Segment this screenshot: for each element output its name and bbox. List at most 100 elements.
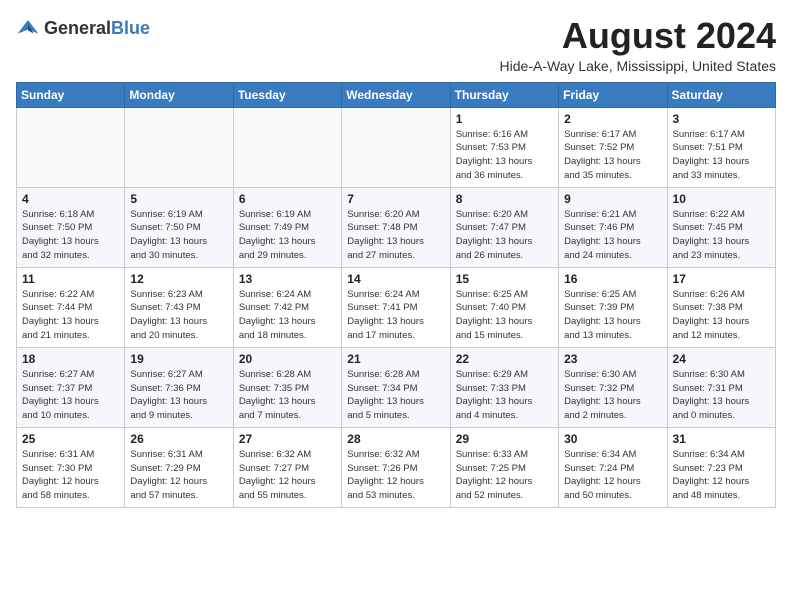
day-info: Sunrise: 6:26 AMSunset: 7:38 PMDaylight:… [673,288,770,343]
day-number: 15 [456,272,553,286]
day-number: 17 [673,272,770,286]
day-info: Sunrise: 6:30 AMSunset: 7:32 PMDaylight:… [564,368,661,423]
calendar-cell[interactable]: 19 Sunrise: 6:27 AMSunset: 7:36 PMDayligh… [125,347,233,427]
day-number: 29 [456,432,553,446]
calendar-cell[interactable]: 11Sunrise: 6:22 AMSunset: 7:44 PMDayligh… [17,267,125,347]
day-info: Sunrise: 6:20 AMSunset: 7:47 PMDaylight:… [456,208,553,263]
calendar-cell[interactable]: 27 Sunrise: 6:32 AMSunset: 7:27 PMDayligh… [233,427,341,507]
calendar-table: SundayMondayTuesdayWednesdayThursdayFrid… [16,82,776,508]
calendar-cell[interactable]: 24Sunrise: 6:30 AMSunset: 7:31 PMDayligh… [667,347,775,427]
calendar-cell[interactable]: 15Sunrise: 6:25 AMSunset: 7:40 PMDayligh… [450,267,558,347]
calendar-cell[interactable]: 25Sunrise: 6:31 AMSunset: 7:30 PMDayligh… [17,427,125,507]
day-info: Sunrise: 6:18 AMSunset: 7:50 PMDaylight:… [22,208,119,263]
calendar-cell[interactable]: 22 Sunrise: 6:29 AMSunset: 7:33 PMDayligh… [450,347,558,427]
day-number: 22 [456,352,553,366]
calendar-cell[interactable]: 17 Sunrise: 6:26 AMSunset: 7:38 PMDayligh… [667,267,775,347]
day-info: Sunrise: 6:21 AMSunset: 7:46 PMDaylight:… [564,208,661,263]
day-info: Sunrise: 6:28 AMSunset: 7:35 PMDaylight:… [239,368,336,423]
weekday-header-sunday: Sunday [17,82,125,107]
day-number: 6 [239,192,336,206]
day-info: Sunrise: 6:24 AMSunset: 7:42 PMDaylight:… [239,288,336,343]
day-info: Sunrise: 6:24 AMSunset: 7:41 PMDaylight:… [347,288,444,343]
calendar-cell[interactable]: 29 Sunrise: 6:33 AMSunset: 7:25 PMDayligh… [450,427,558,507]
month-year-title: August 2024 [500,16,776,56]
day-info: Sunrise: 6:32 AMSunset: 7:27 PMDaylight:… [239,448,336,503]
calendar-cell [17,107,125,187]
day-info: Sunrise: 6:34 AMSunset: 7:23 PMDaylight:… [673,448,770,503]
day-number: 19 [130,352,227,366]
calendar-cell[interactable]: 4 Sunrise: 6:18 AMSunset: 7:50 PMDaylight… [17,187,125,267]
calendar-cell [342,107,450,187]
calendar-week-3: 11Sunrise: 6:22 AMSunset: 7:44 PMDayligh… [17,267,776,347]
day-info: Sunrise: 6:27 AMSunset: 7:36 PMDaylight:… [130,368,227,423]
calendar-cell[interactable]: 1 Sunrise: 6:16 AMSunset: 7:53 PMDaylight… [450,107,558,187]
day-info: Sunrise: 6:22 AMSunset: 7:45 PMDaylight:… [673,208,770,263]
calendar-cell[interactable]: 12 Sunrise: 6:23 AMSunset: 7:43 PMDayligh… [125,267,233,347]
day-info: Sunrise: 6:20 AMSunset: 7:48 PMDaylight:… [347,208,444,263]
day-info: Sunrise: 6:27 AMSunset: 7:37 PMDaylight:… [22,368,119,423]
day-number: 14 [347,272,444,286]
day-info: Sunrise: 6:33 AMSunset: 7:25 PMDaylight:… [456,448,553,503]
calendar-week-1: 1 Sunrise: 6:16 AMSunset: 7:53 PMDaylight… [17,107,776,187]
calendar-cell[interactable]: 31 Sunrise: 6:34 AMSunset: 7:23 PMDayligh… [667,427,775,507]
calendar-cell[interactable]: 30Sunrise: 6:34 AMSunset: 7:24 PMDayligh… [559,427,667,507]
day-info: Sunrise: 6:23 AMSunset: 7:43 PMDaylight:… [130,288,227,343]
page-header: GeneralBlue August 2024 Hide-A-Way Lake,… [16,16,776,74]
calendar-cell[interactable]: 14 Sunrise: 6:24 AMSunset: 7:41 PMDayligh… [342,267,450,347]
day-number: 25 [22,432,119,446]
calendar-cell[interactable]: 3Sunrise: 6:17 AMSunset: 7:51 PMDaylight… [667,107,775,187]
day-number: 31 [673,432,770,446]
logo-bird-icon [16,16,40,40]
logo-general: General [44,19,111,37]
day-number: 1 [456,112,553,126]
calendar-cell[interactable]: 2Sunrise: 6:17 AMSunset: 7:52 PMDaylight… [559,107,667,187]
day-number: 16 [564,272,661,286]
day-number: 4 [22,192,119,206]
weekday-header-row: SundayMondayTuesdayWednesdayThursdayFrid… [17,82,776,107]
calendar-cell[interactable]: 28Sunrise: 6:32 AMSunset: 7:26 PMDayligh… [342,427,450,507]
calendar-cell[interactable]: 13 Sunrise: 6:24 AMSunset: 7:42 PMDayligh… [233,267,341,347]
calendar-cell[interactable]: 10 Sunrise: 6:22 AMSunset: 7:45 PMDayligh… [667,187,775,267]
calendar-cell[interactable]: 7 Sunrise: 6:20 AMSunset: 7:48 PMDaylight… [342,187,450,267]
calendar-cell[interactable]: 9 Sunrise: 6:21 AMSunset: 7:46 PMDaylight… [559,187,667,267]
title-area: August 2024 Hide-A-Way Lake, Mississippi… [500,16,776,74]
day-info: Sunrise: 6:16 AMSunset: 7:53 PMDaylight:… [456,128,553,183]
weekday-header-thursday: Thursday [450,82,558,107]
day-info: Sunrise: 6:31 AMSunset: 7:29 PMDaylight:… [130,448,227,503]
day-number: 21 [347,352,444,366]
calendar-week-2: 4 Sunrise: 6:18 AMSunset: 7:50 PMDaylight… [17,187,776,267]
calendar-cell[interactable]: 26 Sunrise: 6:31 AMSunset: 7:29 PMDayligh… [125,427,233,507]
day-number: 5 [130,192,227,206]
day-number: 27 [239,432,336,446]
day-info: Sunrise: 6:30 AMSunset: 7:31 PMDaylight:… [673,368,770,423]
day-number: 7 [347,192,444,206]
calendar-cell[interactable]: 8 Sunrise: 6:20 AMSunset: 7:47 PMDaylight… [450,187,558,267]
day-info: Sunrise: 6:19 AMSunset: 7:50 PMDaylight:… [130,208,227,263]
day-number: 8 [456,192,553,206]
day-number: 9 [564,192,661,206]
day-number: 12 [130,272,227,286]
calendar-cell[interactable]: 6 Sunrise: 6:19 AMSunset: 7:49 PMDaylight… [233,187,341,267]
weekday-header-tuesday: Tuesday [233,82,341,107]
calendar-cell[interactable]: 5 Sunrise: 6:19 AMSunset: 7:50 PMDaylight… [125,187,233,267]
calendar-cell[interactable]: 23 Sunrise: 6:30 AMSunset: 7:32 PMDayligh… [559,347,667,427]
weekday-header-saturday: Saturday [667,82,775,107]
day-number: 23 [564,352,661,366]
day-number: 26 [130,432,227,446]
calendar-cell [233,107,341,187]
day-number: 3 [673,112,770,126]
day-number: 30 [564,432,661,446]
day-info: Sunrise: 6:19 AMSunset: 7:49 PMDaylight:… [239,208,336,263]
calendar-cell [125,107,233,187]
day-number: 18 [22,352,119,366]
calendar-cell[interactable]: 20Sunrise: 6:28 AMSunset: 7:35 PMDayligh… [233,347,341,427]
day-number: 13 [239,272,336,286]
day-number: 28 [347,432,444,446]
day-number: 10 [673,192,770,206]
calendar-cell[interactable]: 18 Sunrise: 6:27 AMSunset: 7:37 PMDayligh… [17,347,125,427]
weekday-header-monday: Monday [125,82,233,107]
day-info: Sunrise: 6:28 AMSunset: 7:34 PMDaylight:… [347,368,444,423]
day-info: Sunrise: 6:29 AMSunset: 7:33 PMDaylight:… [456,368,553,423]
calendar-cell[interactable]: 21 Sunrise: 6:28 AMSunset: 7:34 PMDayligh… [342,347,450,427]
calendar-cell[interactable]: 16Sunrise: 6:25 AMSunset: 7:39 PMDayligh… [559,267,667,347]
